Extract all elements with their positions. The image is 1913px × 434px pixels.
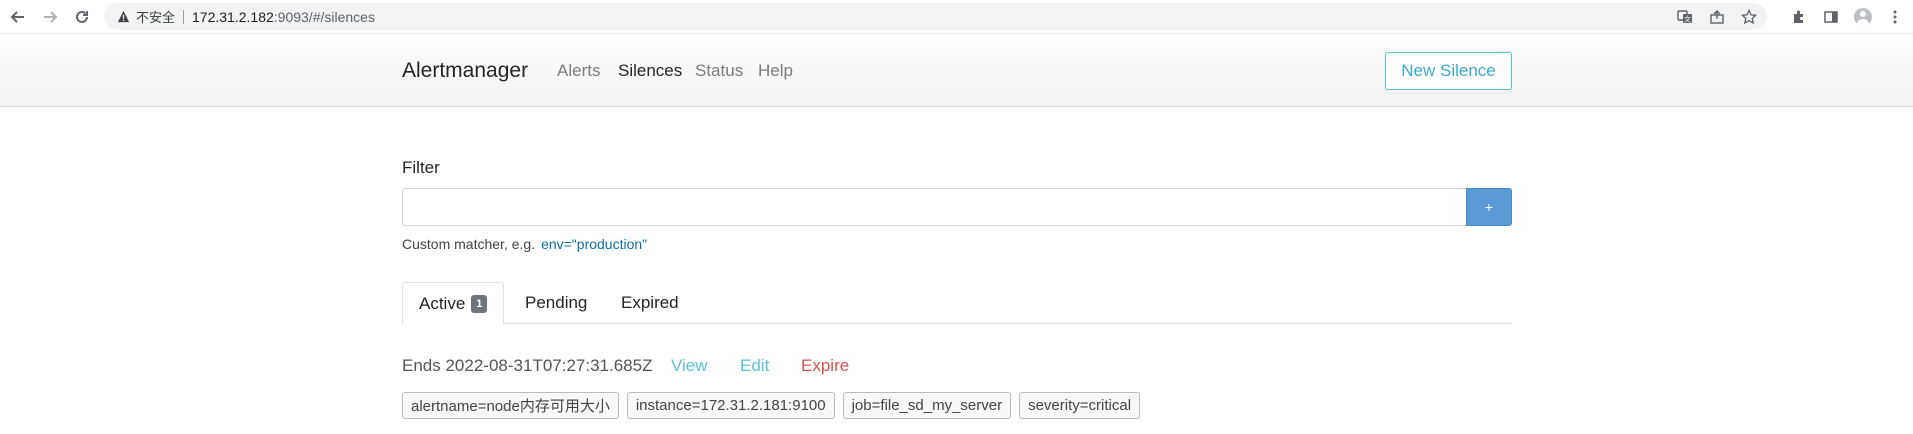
tab-active-count-badge: 1 [471,294,488,313]
filter-label: Filter [402,158,440,177]
silence-tabs: Active 1 Pending Expired [402,282,1512,325]
sidepanel-icon[interactable] [1821,7,1841,27]
matcher-label[interactable]: job=file_sd_my_server [842,392,1012,419]
add-filter-button[interactable]: + [1466,188,1512,226]
reload-icon[interactable] [72,7,92,27]
edit-silence-link[interactable]: Edit [740,356,769,376]
url-path: :9093/#/silences [273,8,375,25]
filter-input[interactable] [402,188,1466,226]
translate-icon[interactable]: 文 [1675,7,1695,27]
app-navbar: Alertmanager Alerts Silences Status Help… [0,35,1913,107]
browser-toolbar: 不安全 172.31.2.182 :9093/#/silences 文 [0,0,1913,34]
view-silence-link[interactable]: View [671,356,708,376]
svg-text:文: 文 [1684,14,1691,23]
tab-active-label: Active [419,293,466,313]
nav-alerts[interactable]: Alerts [557,61,600,81]
tab-active[interactable]: Active 1 [402,282,505,325]
url-host: 172.31.2.182 [192,8,274,25]
extensions-icon[interactable] [1789,7,1809,27]
tab-pending[interactable]: Pending [525,282,587,324]
matcher-label[interactable]: severity=critical [1019,392,1141,419]
silence-end-time: Ends 2022-08-31T07:27:31.685Z [402,356,653,375]
brand-logo[interactable]: Alertmanager [402,59,528,83]
new-silence-button[interactable]: New Silence [1385,52,1512,90]
filter-hint-text: Custom matcher, e.g. [402,236,536,252]
menu-icon[interactable] [1885,7,1905,27]
bookmark-star-icon[interactable] [1739,7,1759,27]
browser-actions [1789,7,1905,27]
back-icon[interactable] [8,7,28,27]
expire-silence-link[interactable]: Expire [801,356,849,376]
nav-status[interactable]: Status [695,61,743,81]
matcher-label[interactable]: alertname=node内存可用大小 [402,392,619,419]
tab-expired[interactable]: Expired [621,282,679,324]
nav-help[interactable]: Help [758,61,793,81]
silence-matchers: alertname=node内存可用大小 instance=172.31.2.1… [402,392,1141,419]
filter-hint: Custom matcher, e.g. env="production" [402,236,647,252]
filter-hint-example: env="production" [541,236,648,252]
forward-icon[interactable] [40,7,60,27]
security-label: 不安全 [136,10,176,25]
omnibox-actions: 文 [1675,3,1759,30]
nav-silences[interactable]: Silences [618,61,682,81]
profile-avatar[interactable] [1853,7,1873,27]
url-separator [183,9,185,24]
warning-icon[interactable] [116,10,130,24]
share-icon[interactable] [1707,7,1727,27]
matcher-label[interactable]: instance=172.31.2.181:9100 [626,392,835,419]
address-bar[interactable]: 不安全 172.31.2.182 :9093/#/silences 文 [104,3,1767,30]
